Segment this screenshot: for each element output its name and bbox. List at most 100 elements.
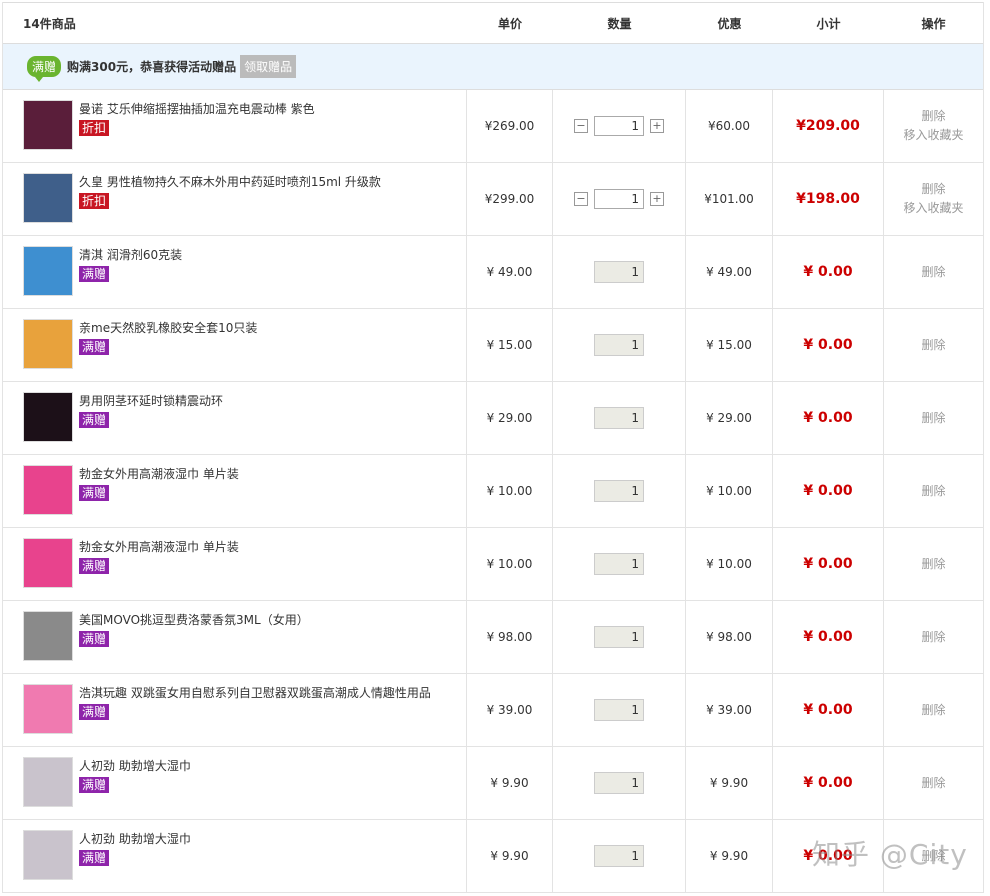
- product-name[interactable]: 人初劲 助勃增大湿巾: [79, 830, 191, 848]
- subtotal-amount: ¥ 0.00: [803, 629, 853, 645]
- table-row: 勃金女外用高潮液湿巾 单片装 满赠 ¥ 10.00 1 ¥ 10.00 ¥ 0.…: [3, 528, 983, 601]
- product-name[interactable]: 勃金女外用高潮液湿巾 单片装: [79, 538, 239, 556]
- quantity-input: 1: [594, 261, 644, 283]
- item-actions: 删除: [921, 774, 945, 793]
- ops-cell: 删除: [884, 309, 983, 381]
- discount-amount: ¥ 9.90: [686, 820, 773, 892]
- product-thumbnail[interactable]: [23, 757, 73, 807]
- header-items-count: 14件商品: [23, 16, 76, 31]
- quantity-input[interactable]: 1: [594, 189, 644, 209]
- promo-label: 满赠: [79, 631, 110, 647]
- product-name[interactable]: 美国MOVO挑逗型费洛蒙香氛3ML（女用）: [79, 611, 309, 629]
- discount-amount: ¥60.00: [686, 90, 773, 162]
- quantity-cell: 1: [553, 455, 686, 527]
- delete-link[interactable]: 删除: [921, 336, 945, 355]
- discount-amount: ¥ 9.90: [686, 747, 773, 819]
- unit-price: ¥ 15.00: [467, 309, 553, 381]
- product-thumbnail[interactable]: [23, 319, 73, 369]
- table-row: 美国MOVO挑逗型费洛蒙香氛3ML（女用） 满赠 ¥ 98.00 1 ¥ 98.…: [3, 601, 983, 674]
- product-thumbnail[interactable]: [23, 611, 73, 661]
- item-cell: 美国MOVO挑逗型费洛蒙香氛3ML（女用） 满赠: [3, 601, 467, 673]
- item-cell: 清淇 润滑剂60克装 满赠: [3, 236, 467, 308]
- product-name[interactable]: 男用阴茎环延时锁精震动环: [79, 392, 223, 410]
- table-row: 浩淇玩趣 双跳蛋女用自慰系列自卫慰器双跳蛋高潮成人情趣性用品 满赠 ¥ 39.0…: [3, 674, 983, 747]
- product-thumbnail[interactable]: [23, 246, 73, 296]
- quantity-input[interactable]: 1: [594, 116, 644, 136]
- subtotal-amount: ¥ 0.00: [803, 337, 853, 353]
- quantity-input: 1: [594, 626, 644, 648]
- product-name[interactable]: 曼诺 艾乐伸缩摇摆抽插加温充电震动棒 紫色: [79, 100, 315, 118]
- product-thumbnail[interactable]: [23, 465, 73, 515]
- increase-button[interactable]: +: [650, 192, 664, 206]
- product-thumbnail[interactable]: [23, 538, 73, 588]
- item-actions: 删除 移入收藏夹: [903, 107, 963, 145]
- claim-gift-button[interactable]: 领取赠品: [240, 55, 297, 78]
- subtotal-cell: ¥ 0.00: [773, 455, 884, 527]
- table-row: 清淇 润滑剂60克装 满赠 ¥ 49.00 1 ¥ 49.00 ¥ 0.00 删…: [3, 236, 983, 309]
- delete-link[interactable]: 删除: [921, 555, 945, 574]
- unit-price: ¥ 10.00: [467, 455, 553, 527]
- header-discount: 优惠: [717, 16, 742, 31]
- item-cell: 人初劲 助勃增大湿巾 满赠: [3, 820, 467, 892]
- subtotal-cell: ¥ 0.00: [773, 528, 884, 600]
- product-name[interactable]: 浩淇玩趣 双跳蛋女用自慰系列自卫慰器双跳蛋高潮成人情趣性用品: [79, 684, 431, 702]
- discount-amount: ¥ 49.00: [686, 236, 773, 308]
- product-name[interactable]: 亲me天然胶乳橡胶安全套10只装: [79, 319, 257, 337]
- item-cell: 久皇 男性植物持久不麻木外用中药延时喷剂15ml 升级款 折扣: [3, 163, 467, 235]
- cart-table: 14件商品 单价 数量 优惠 小计 操作 满赠 购满300元，恭喜获得活动赠品 …: [2, 2, 984, 893]
- product-thumbnail[interactable]: [23, 173, 73, 223]
- gift-tag: 满赠: [27, 56, 62, 82]
- delete-link[interactable]: 删除: [921, 263, 945, 282]
- delete-link[interactable]: 删除: [921, 107, 945, 126]
- delete-link[interactable]: 删除: [921, 701, 945, 720]
- decrease-button[interactable]: −: [574, 192, 588, 206]
- subtotal-cell: ¥209.00: [773, 90, 884, 162]
- quantity-cell: 1: [553, 747, 686, 819]
- item-actions: 删除 移入收藏夹: [903, 180, 963, 218]
- watermark: 知乎 @City: [812, 838, 968, 871]
- subtotal-amount: ¥ 0.00: [803, 556, 853, 572]
- delete-link[interactable]: 删除: [921, 628, 945, 647]
- increase-button[interactable]: +: [650, 119, 664, 133]
- table-row: 男用阴茎环延时锁精震动环 满赠 ¥ 29.00 1 ¥ 29.00 ¥ 0.00…: [3, 382, 983, 455]
- delete-link[interactable]: 删除: [921, 774, 945, 793]
- product-name[interactable]: 勃金女外用高潮液湿巾 单片装: [79, 465, 239, 483]
- delete-link[interactable]: 删除: [921, 482, 945, 501]
- cart-header: 14件商品 单价 数量 优惠 小计 操作: [3, 2, 983, 44]
- move-to-favorites-link[interactable]: 移入收藏夹: [903, 199, 963, 218]
- quantity-input: 1: [594, 334, 644, 356]
- delete-link[interactable]: 删除: [921, 180, 945, 199]
- subtotal-cell: ¥ 0.00: [773, 601, 884, 673]
- table-row: 久皇 男性植物持久不麻木外用中药延时喷剂15ml 升级款 折扣 ¥299.00 …: [3, 163, 983, 236]
- discount-amount: ¥101.00: [686, 163, 773, 235]
- quantity-cell: 1: [553, 601, 686, 673]
- promo-label: 折扣: [79, 193, 110, 209]
- product-name[interactable]: 久皇 男性植物持久不麻木外用中药延时喷剂15ml 升级款: [79, 173, 381, 191]
- subtotal-amount: ¥ 0.00: [803, 775, 853, 791]
- item-cell: 勃金女外用高潮液湿巾 单片装 满赠: [3, 528, 467, 600]
- quantity-cell: 1: [553, 820, 686, 892]
- item-actions: 删除: [921, 555, 945, 574]
- promo-label: 满赠: [79, 558, 110, 574]
- ops-cell: 删除: [884, 455, 983, 527]
- product-name[interactable]: 清淇 润滑剂60克装: [79, 246, 182, 264]
- quantity-input: 1: [594, 407, 644, 429]
- ops-cell: 删除: [884, 674, 983, 746]
- item-actions: 删除: [921, 263, 945, 282]
- quantity-cell: 1: [553, 674, 686, 746]
- product-thumbnail[interactable]: [23, 392, 73, 442]
- decrease-button[interactable]: −: [574, 119, 588, 133]
- product-thumbnail[interactable]: [23, 684, 73, 734]
- product-thumbnail[interactable]: [23, 100, 73, 150]
- item-cell: 男用阴茎环延时锁精震动环 满赠: [3, 382, 467, 454]
- unit-price: ¥ 9.90: [467, 747, 553, 819]
- promo-label: 满赠: [79, 850, 110, 866]
- quantity-cell: 1: [553, 236, 686, 308]
- promo-label: 满赠: [79, 412, 110, 428]
- product-name[interactable]: 人初劲 助勃增大湿巾: [79, 757, 191, 775]
- quantity-cell: − 1 +: [553, 163, 686, 235]
- item-cell: 亲me天然胶乳橡胶安全套10只装 满赠: [3, 309, 467, 381]
- move-to-favorites-link[interactable]: 移入收藏夹: [903, 126, 963, 145]
- delete-link[interactable]: 删除: [921, 409, 945, 428]
- product-thumbnail[interactable]: [23, 830, 73, 880]
